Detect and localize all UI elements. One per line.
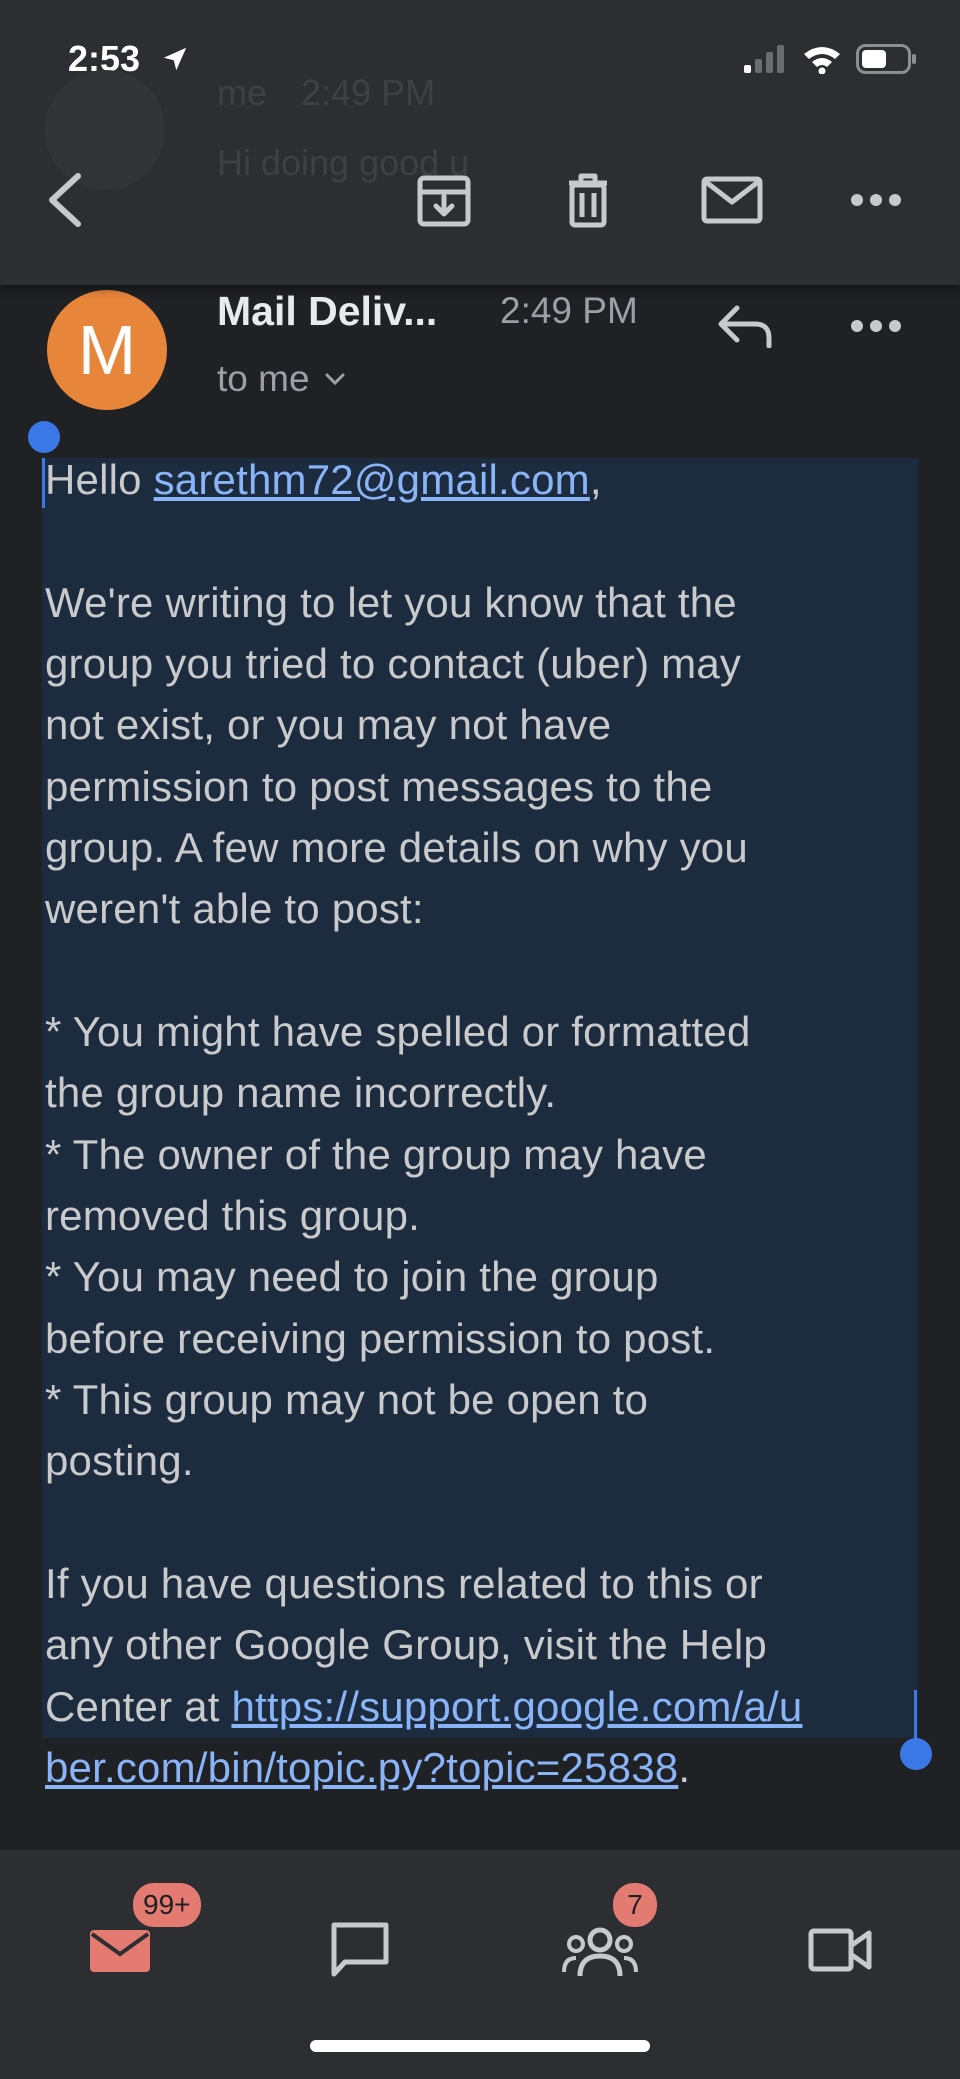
bullet-line: * You might have spelled or formatted — [45, 1008, 751, 1055]
help-center-link-continued[interactable]: ber.com/bin/topic.py?topic=25838 — [45, 1744, 678, 1791]
email-time: 2:49 PM — [500, 290, 638, 331]
body-line: group. A few more details on why you — [45, 824, 748, 871]
selection-handle-start[interactable] — [28, 421, 60, 453]
reply-button[interactable] — [704, 286, 784, 366]
bullet-line: * You may need to join the group — [45, 1253, 659, 1300]
trash-icon — [569, 173, 607, 228]
mail-icon — [701, 176, 763, 224]
preview-time: 2:49 PM — [301, 72, 436, 113]
greeting-prefix: Hello — [45, 456, 154, 503]
bullet-line: removed this group. — [45, 1192, 420, 1239]
spaces-badge: 7 — [610, 1880, 660, 1930]
chat-icon — [331, 1922, 389, 1977]
body-line: If you have questions related to this or — [45, 1560, 763, 1607]
greeting-line: Hello sarethm72@gmail.com, — [45, 456, 602, 504]
help-center-link[interactable]: https://support.google.com/a/u — [231, 1683, 802, 1730]
preview-sender: me — [217, 72, 268, 113]
reply-icon — [718, 305, 772, 348]
recipient-details-toggle[interactable]: to me — [217, 358, 346, 400]
help-suffix: . — [678, 1744, 691, 1791]
cellular-signal-icon — [744, 45, 784, 73]
top-toolbar: 2:53 me 2:49 PM Hi doing good u — [0, 0, 960, 285]
video-camera-icon — [808, 1928, 872, 1972]
bullet-line: before receiving permission to post. — [45, 1315, 716, 1362]
sender-avatar[interactable]: M — [47, 290, 167, 410]
selection-handle-end[interactable] — [900, 1738, 932, 1770]
greeting-suffix: , — [589, 456, 602, 503]
people-icon — [562, 1927, 638, 1977]
more-horizontal-icon — [851, 194, 901, 206]
back-button[interactable] — [26, 160, 106, 240]
recipient-label: to me — [217, 358, 310, 399]
body-line: We're writing to let you know that the — [45, 579, 737, 626]
body-line: permission to post messages to the — [45, 763, 713, 810]
status-indicators — [744, 44, 918, 74]
more-horizontal-icon — [851, 320, 901, 332]
help-center-line-2: ber.com/bin/topic.py?topic=25838. — [45, 1744, 690, 1792]
email-more-button[interactable] — [836, 286, 916, 366]
sender-name: Mail Deliv... — [217, 288, 438, 334]
archive-icon — [417, 175, 471, 227]
body-line: group you tried to contact (uber) may — [45, 640, 742, 687]
chevron-down-icon — [325, 373, 345, 386]
mail-icon — [90, 1930, 150, 1972]
battery-icon — [856, 44, 916, 74]
wifi-icon — [804, 47, 840, 74]
preview-sender-row: me 2:49 PM — [217, 72, 435, 114]
email-screen: 2:53 me 2:49 PM Hi doing good u M Mail D… — [0, 0, 960, 2079]
arrow-left-icon — [49, 173, 81, 227]
nav-meet[interactable] — [790, 1900, 890, 2000]
archive-button[interactable] — [404, 160, 484, 240]
greeting-email-link[interactable]: sarethm72@gmail.com — [154, 456, 590, 503]
delete-button[interactable] — [548, 160, 628, 240]
nav-chat[interactable] — [310, 1900, 410, 2000]
bullet-line: posting. — [45, 1437, 194, 1484]
home-indicator[interactable] — [310, 2040, 650, 2052]
selection-caret-end — [914, 1690, 917, 1740]
mark-unread-button[interactable] — [692, 160, 772, 240]
body-line: any other Google Group, visit the Help — [45, 1621, 767, 1668]
body-line: not exist, or you may not have — [45, 701, 612, 748]
mail-unread-badge: 99+ — [130, 1880, 204, 1930]
body-line: weren't able to post: — [45, 885, 424, 932]
bullet-line: * This group may not be open to — [45, 1376, 649, 1423]
bullet-line: * The owner of the group may have — [45, 1131, 707, 1178]
more-options-button[interactable] — [836, 160, 916, 240]
location-arrow-icon — [163, 47, 187, 71]
help-center-line: Center at https://support.google.com/a/u — [45, 1683, 802, 1731]
help-prefix: Center at — [45, 1683, 232, 1730]
bullet-line: the group name incorrectly. — [45, 1069, 557, 1116]
